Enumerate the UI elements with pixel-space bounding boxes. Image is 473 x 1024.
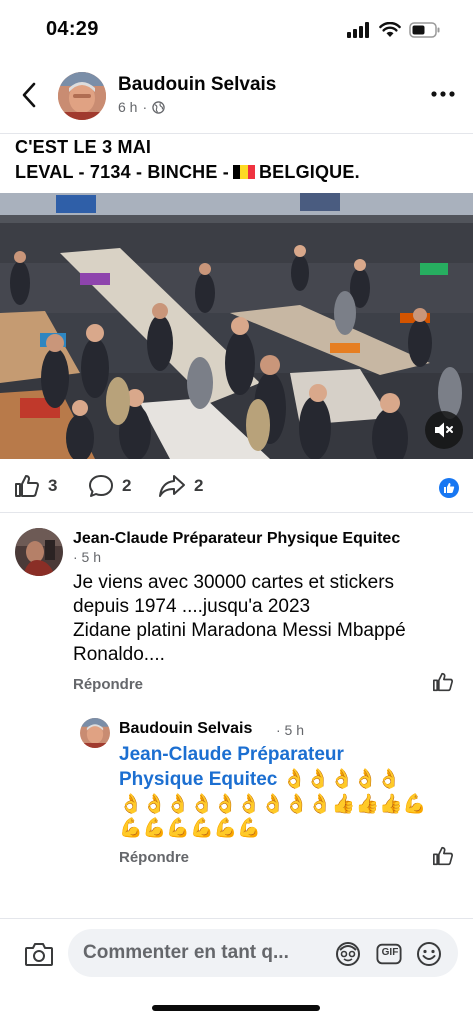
author-avatar[interactable] (58, 72, 106, 120)
reply-author-name[interactable]: Baudouin Selvais (119, 720, 252, 738)
avatar-sticker-icon (336, 942, 360, 966)
reply-like-button[interactable] (432, 846, 454, 868)
emoji-button[interactable] (416, 941, 442, 967)
comment-item: Jean-Claude Préparateur Physique Equitec… (0, 520, 473, 700)
replier-avatar[interactable] (80, 718, 110, 748)
more-horizontal-icon (431, 91, 455, 97)
post-video[interactable] (0, 193, 473, 459)
reply-time: · 5 h (276, 722, 305, 738)
thumbs-up-icon (433, 846, 453, 866)
post-meta: 6 h · (118, 99, 165, 115)
status-icons (347, 22, 441, 38)
belgium-flag-icon (232, 165, 255, 179)
battery-icon (409, 22, 440, 38)
wifi-icon (379, 22, 401, 37)
signal-icon (347, 22, 369, 38)
comment-time: · 5 h (73, 549, 102, 565)
chevron-left-icon (22, 82, 36, 108)
reply-button[interactable]: Répondre (119, 849, 189, 866)
comment-like-button[interactable] (432, 672, 454, 694)
post-time[interactable]: 6 h (118, 99, 137, 115)
avatar-sticker-button[interactable] (335, 941, 361, 967)
video-frame (0, 193, 473, 459)
gif-label: GIF (381, 947, 399, 958)
reply-text: Jean-Claude Préparateur Physique Equitec… (119, 743, 427, 840)
emoji-run: 👌👌👌👌👌 (282, 768, 401, 790)
post-text-country: BELGIQUE. (258, 162, 360, 182)
share-arrow-icon (159, 475, 185, 497)
post-text-line-2: LEVAL - 7134 - BINCHE - BELGIQUE. (15, 160, 465, 185)
comment-text-line: Ronaldo.... (73, 644, 165, 665)
reply-button[interactable]: Répondre (73, 676, 143, 693)
post-header: Baudouin Selvais 6 h · (0, 64, 473, 128)
post-actions: 3 2 2 (0, 470, 473, 504)
mention-link[interactable]: Jean-Claude Préparateur (119, 743, 427, 767)
like-button[interactable]: 3 (14, 474, 57, 498)
post-author-name[interactable]: Baudouin Selvais (118, 74, 276, 96)
actions-divider (0, 512, 473, 513)
comment-text-line: depuis 1974 ....jusqu'a 2023 (73, 596, 311, 617)
emoji-run: 👌👌👌👌👌👌👌👌👌👍👍👍💪 (119, 793, 427, 815)
camera-icon (25, 943, 53, 966)
meta-separator: · (142, 99, 148, 115)
status-bar: 04:29 (0, 0, 473, 62)
comment-button[interactable]: 2 (88, 474, 131, 498)
thumbs-up-icon (433, 672, 453, 692)
emoji-run: 💪💪💪💪💪💪 (119, 817, 261, 839)
comment-input[interactable]: Commenter en tant q... GIF (68, 929, 458, 977)
back-button[interactable] (14, 80, 44, 110)
emoji-icon (417, 942, 441, 966)
more-options-button[interactable] (429, 84, 457, 104)
camera-button[interactable] (22, 937, 56, 971)
post-text: C'EST LE 3 MAI LEVAL - 7134 - BINCHE - BE… (15, 135, 465, 185)
header-divider (0, 133, 473, 134)
comment-placeholder: Commenter en tant q... (83, 942, 289, 963)
comment-text-line: Je viens avec 30000 cartes et stickers (73, 572, 395, 593)
globe-icon (152, 100, 165, 114)
commenter-avatar[interactable] (15, 528, 63, 576)
like-count: 3 (48, 476, 58, 495)
comment-text: Je viens avec 30000 cartes et stickers d… (73, 571, 406, 667)
thumbs-up-icon (15, 475, 39, 497)
comment-composer: Commenter en tant q... GIF (0, 918, 473, 1024)
home-indicator (152, 1005, 320, 1011)
comment-bubble-icon (89, 475, 113, 497)
gif-button[interactable]: GIF (376, 941, 402, 967)
comment-author-name[interactable]: Jean-Claude Préparateur Physique Equitec (73, 530, 400, 548)
reply-text-line: Physique Equitec 👌👌👌👌👌 (119, 767, 427, 792)
comment-text-line: Zidane platini Maradona Messi Mbappé (73, 620, 406, 641)
reaction-like-badge[interactable] (439, 478, 459, 498)
status-time: 04:29 (46, 18, 99, 40)
reply-item: Baudouin Selvais · 5 h Jean-Claude Prépa… (0, 710, 473, 880)
mention-link[interactable]: Physique Equitec (119, 769, 277, 790)
mute-icon (435, 422, 453, 438)
comment-count: 2 (122, 476, 132, 495)
thumbs-up-icon (444, 483, 455, 493)
mute-button[interactable] (425, 411, 463, 449)
post-text-location: LEVAL - 7134 - BINCHE - (15, 162, 229, 182)
share-button[interactable]: 2 (158, 474, 203, 498)
post-text-line-1: C'EST LE 3 MAI (15, 137, 152, 157)
share-count: 2 (194, 476, 204, 495)
